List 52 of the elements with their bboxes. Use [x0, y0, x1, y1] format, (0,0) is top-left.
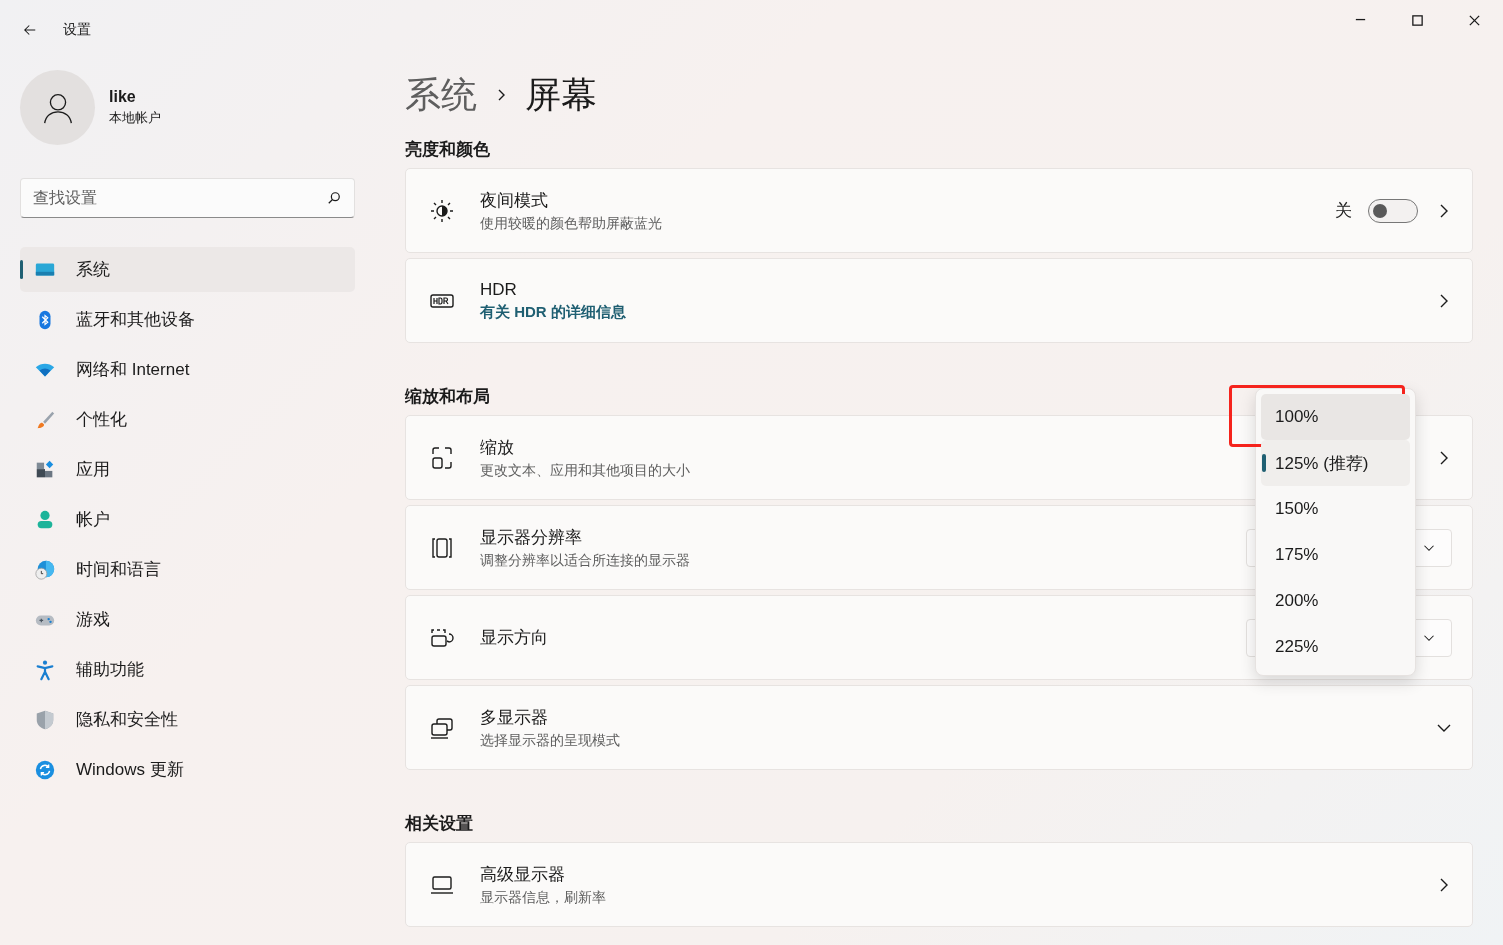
setting-card[interactable]: 多显示器 选择显示器的呈现模式: [405, 685, 1473, 770]
toggle-switch[interactable]: [1368, 198, 1418, 223]
setting-description: 调整分辨率以适合所连接的显示器: [480, 551, 690, 570]
user-name: like: [109, 88, 137, 106]
sidebar-item[interactable]: 隐私和安全性: [20, 697, 355, 742]
sidebar-item[interactable]: 应用: [20, 447, 355, 492]
setting-card[interactable]: HDR 有关 HDR 的详细信息: [405, 258, 1473, 343]
setting-title: 缩放: [480, 436, 514, 459]
sidebar-item[interactable]: 时间和语言: [20, 547, 355, 592]
sidebar-item[interactable]: Windows 更新: [20, 747, 355, 792]
sidebar-item[interactable]: 系统: [20, 247, 355, 292]
setting-title: 显示器分辨率: [480, 526, 582, 549]
section-heading: 亮度和颜色: [405, 139, 491, 160]
menu-item[interactable]: 125% (推荐): [1261, 440, 1410, 486]
setting-card[interactable]: 夜间模式 使用较暖的颜色帮助屏蔽蓝光 关: [405, 168, 1473, 253]
page-title: 屏幕: [525, 72, 597, 117]
sidebar-item[interactable]: 帐户: [20, 497, 355, 542]
menu-item[interactable]: 175%: [1261, 532, 1410, 578]
setting-description: 更改文本、应用和其他项目的大小: [480, 461, 690, 480]
setting-title: 显示方向: [480, 627, 548, 649]
setting-title: HDR: [480, 279, 517, 300]
setting-description: 显示器信息，刷新率: [480, 888, 606, 907]
setting-title: 多显示器: [480, 706, 548, 729]
menu-item[interactable]: 100%: [1261, 394, 1410, 440]
accessibility-icon: [34, 658, 56, 681]
sidebar-item[interactable]: 辅助功能: [20, 647, 355, 692]
close-icon: [1468, 13, 1481, 27]
account-type: 本地帐户: [109, 109, 161, 127]
globe-clock-icon: [34, 558, 56, 581]
section-heading: 相关设置: [405, 813, 474, 834]
setting-description: 选择显示器的呈现模式: [480, 731, 620, 750]
search-field[interactable]: 查找设置: [20, 178, 355, 218]
selection-indicator: [1262, 454, 1266, 472]
sidebar-item[interactable]: 游戏: [20, 597, 355, 642]
info-link[interactable]: 有关 HDR 的详细信息: [480, 302, 626, 322]
sidebar-item[interactable]: 个性化: [20, 397, 355, 442]
sidebar-item[interactable]: 网络和 Internet: [20, 347, 355, 392]
selection-indicator: [20, 260, 23, 279]
setting-title: 高级显示器: [480, 863, 565, 886]
toggle-state-label: 关: [1335, 200, 1352, 222]
menu-item[interactable]: 225%: [1261, 624, 1410, 670]
sync-icon: [34, 758, 56, 781]
setting-card[interactable]: 高级显示器 显示器信息，刷新率: [405, 842, 1473, 927]
search-icon: [327, 191, 341, 205]
shield-icon: [34, 708, 56, 731]
sidebar-item[interactable]: 蓝牙和其他设备: [20, 297, 355, 342]
section-heading: 缩放和布局: [405, 386, 491, 407]
maximize-icon: [1411, 13, 1424, 27]
breadcrumb-parent[interactable]: 系统: [405, 70, 477, 120]
window-title: 设置: [63, 21, 91, 39]
setting-title: 夜间模式: [480, 189, 548, 212]
setting-description: 使用较暖的颜色帮助屏蔽蓝光: [480, 214, 662, 233]
